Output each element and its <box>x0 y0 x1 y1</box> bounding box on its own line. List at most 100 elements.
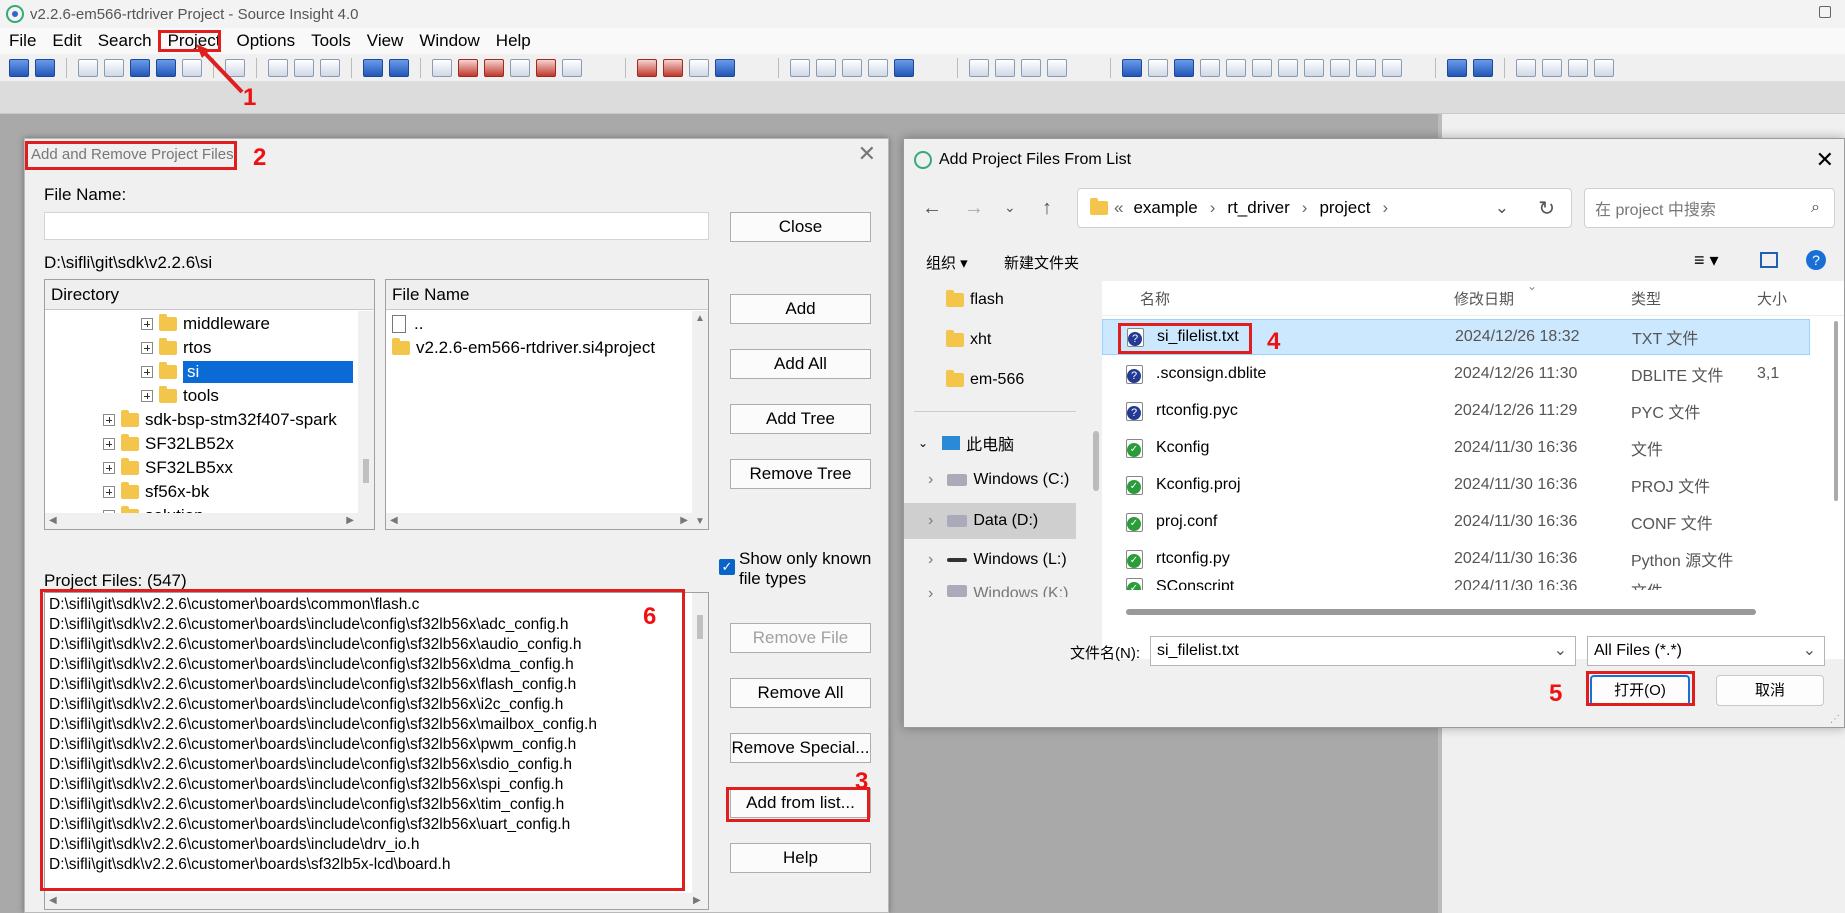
scroll-right-icon[interactable]: ▶ <box>693 895 701 906</box>
close-icon[interactable]: ✕ <box>1816 147 1834 173</box>
expand-icon[interactable]: › <box>928 585 933 597</box>
search-icon[interactable] <box>432 58 452 77</box>
file-row[interactable]: .sconsign.dblite 2024/12/26 11:30 DBLITE… <box>1102 356 1810 392</box>
tree-item[interactable]: middleware <box>141 312 270 336</box>
window-layout-4-icon[interactable] <box>1047 58 1067 77</box>
bookmark-icon[interactable] <box>484 58 504 77</box>
scroll-down-icon[interactable]: ▼ <box>695 516 705 527</box>
scroll-right-icon[interactable]: ▶ <box>346 515 354 526</box>
globe-icon[interactable] <box>1304 58 1324 77</box>
chevron-down-icon[interactable]: ⌄ <box>1554 637 1567 665</box>
nav-item-this-pc[interactable]: ⌄ 此电脑 <box>918 431 1014 455</box>
search-icon[interactable]: ⌕ <box>1811 199 1820 217</box>
expand-icon[interactable]: › <box>928 471 933 489</box>
a-icon[interactable] <box>1516 58 1536 77</box>
window-layout-3-icon[interactable] <box>1021 58 1041 77</box>
tree-icon[interactable] <box>1356 58 1376 77</box>
expand-icon[interactable]: › <box>928 512 933 530</box>
scroll-up-icon[interactable]: ▲ <box>695 313 705 324</box>
d-icon[interactable] <box>1594 58 1614 77</box>
redo-icon[interactable] <box>389 58 409 77</box>
menu-help[interactable]: Help <box>487 28 538 54</box>
expand-icon[interactable] <box>103 414 115 426</box>
chevron-down-icon[interactable]: ⌄ <box>1803 637 1816 665</box>
menu-edit[interactable]: Edit <box>43 28 88 54</box>
symbol-window-icon[interactable] <box>1200 58 1220 77</box>
directory-vscroll[interactable] <box>358 311 374 529</box>
project-icon[interactable] <box>1122 58 1142 77</box>
file-row[interactable]: rtconfig.pyc 2024/12/26 11:29 PYC 文件 <box>1102 393 1810 429</box>
replace-icon[interactable] <box>536 58 556 77</box>
undo-icon[interactable] <box>363 58 383 77</box>
back-arrow-icon[interactable]: ← <box>922 197 942 220</box>
remove-all-button[interactable]: Remove All <box>730 678 871 708</box>
relation-window-icon[interactable] <box>1226 58 1246 77</box>
indent-icon[interactable] <box>689 58 709 77</box>
tree-item[interactable]: sf56x-bk <box>103 480 209 504</box>
tree-item[interactable]: rtos <box>141 336 211 360</box>
collapse-icon[interactable]: ⌄ <box>918 436 928 450</box>
help-button[interactable]: Help <box>730 843 871 873</box>
filename-combobox[interactable]: si_filelist.txt ⌄ <box>1150 636 1576 666</box>
show-known-types-checkbox[interactable]: ✓ <box>719 559 735 575</box>
cut-icon[interactable] <box>268 58 288 77</box>
file-row[interactable]: Kconfig.proj 2024/11/30 16:36 PROJ 文件 <box>1102 467 1810 503</box>
scroll-left-icon[interactable]: ◀ <box>49 515 57 526</box>
tree-item[interactable]: SF32LB52x <box>103 432 234 456</box>
column-type[interactable]: 类型 <box>1631 288 1661 309</box>
column-name[interactable]: 名称 <box>1140 288 1170 309</box>
organize-menu[interactable]: 组织 ▾ <box>926 252 968 273</box>
new-folder-button[interactable]: 新建文件夹 <box>1004 252 1079 273</box>
browse-icon[interactable] <box>562 58 582 77</box>
window-layout-1-icon[interactable] <box>969 58 989 77</box>
scroll-thumb[interactable] <box>363 459 369 483</box>
file-name-input[interactable] <box>44 212 709 240</box>
project-files-vscroll[interactable] <box>692 593 708 893</box>
back-icon[interactable] <box>9 58 29 77</box>
forward-arrow-icon[interactable]: → <box>964 197 984 220</box>
prev-mark-icon[interactable] <box>637 58 657 77</box>
window-layout-2-icon[interactable] <box>995 58 1015 77</box>
expand-icon[interactable] <box>103 486 115 498</box>
remove-special-button[interactable]: Remove Special... <box>730 733 871 763</box>
tree-item[interactable]: sdk-bsp-stm32f407-spark <box>103 408 337 432</box>
project-files-hscroll[interactable]: ◀ ▶ <box>45 893 708 909</box>
expand-icon[interactable] <box>141 390 153 402</box>
file-hscroll[interactable]: ◀ ▶ <box>386 513 692 529</box>
book-icon[interactable] <box>842 58 862 77</box>
scroll-thumb[interactable] <box>697 615 703 639</box>
remove-tree-button[interactable]: Remove Tree <box>730 459 871 489</box>
add-tree-button[interactable]: Add Tree <box>730 404 871 434</box>
column-size[interactable]: 大小 <box>1757 288 1787 309</box>
up-arrow-icon[interactable]: ↑ <box>1042 197 1052 220</box>
file-row[interactable]: proj.conf 2024/11/30 16:36 CONF 文件 <box>1102 504 1810 540</box>
expand-icon[interactable] <box>141 366 153 378</box>
r-icon[interactable] <box>894 58 914 77</box>
column-date[interactable]: 修改日期 <box>1454 288 1514 309</box>
file-list-vscroll-thumb[interactable] <box>1834 321 1838 501</box>
file-row[interactable]: rtconfig.py 2024/11/30 16:36 Python 源文件 <box>1102 541 1810 577</box>
menu-file[interactable]: File <box>0 28 43 54</box>
breadcrumb-item[interactable]: project <box>1319 198 1370 218</box>
c-icon[interactable] <box>1568 58 1588 77</box>
add-all-button[interactable]: Add All <box>730 349 871 379</box>
symbol-icon[interactable] <box>790 58 810 77</box>
breadcrumb-item[interactable]: rt_driver <box>1227 198 1289 218</box>
file-row[interactable]: SConscript 2024/11/30 16:36 文件 <box>1102 578 1810 590</box>
search-input[interactable]: 在 project 中搜索 ⌕ <box>1584 188 1835 228</box>
outline-icon[interactable] <box>1174 58 1194 77</box>
menu-window[interactable]: Window <box>410 28 486 54</box>
add-button[interactable]: Add <box>730 294 871 324</box>
scroll-left-icon[interactable]: ◀ <box>49 895 57 906</box>
scroll-left-icon[interactable]: ◀ <box>390 515 398 526</box>
nav-item-drive-c[interactable]: › Windows (C:) <box>928 471 1069 489</box>
close-icon[interactable]: ✕ <box>858 141 876 167</box>
remove-file-button[interactable]: Remove File <box>730 623 871 653</box>
file-row[interactable]: Kconfig 2024/11/30 16:36 文件 <box>1102 430 1810 466</box>
expand-icon[interactable] <box>103 462 115 474</box>
file-vscroll[interactable]: ▲ ▼ <box>692 311 708 529</box>
menu-tools[interactable]: Tools <box>302 28 358 54</box>
context-icon[interactable] <box>1148 58 1168 77</box>
file-type-filter[interactable]: All Files (*.*) ⌄ <box>1587 636 1825 666</box>
expand-icon[interactable] <box>141 342 153 354</box>
